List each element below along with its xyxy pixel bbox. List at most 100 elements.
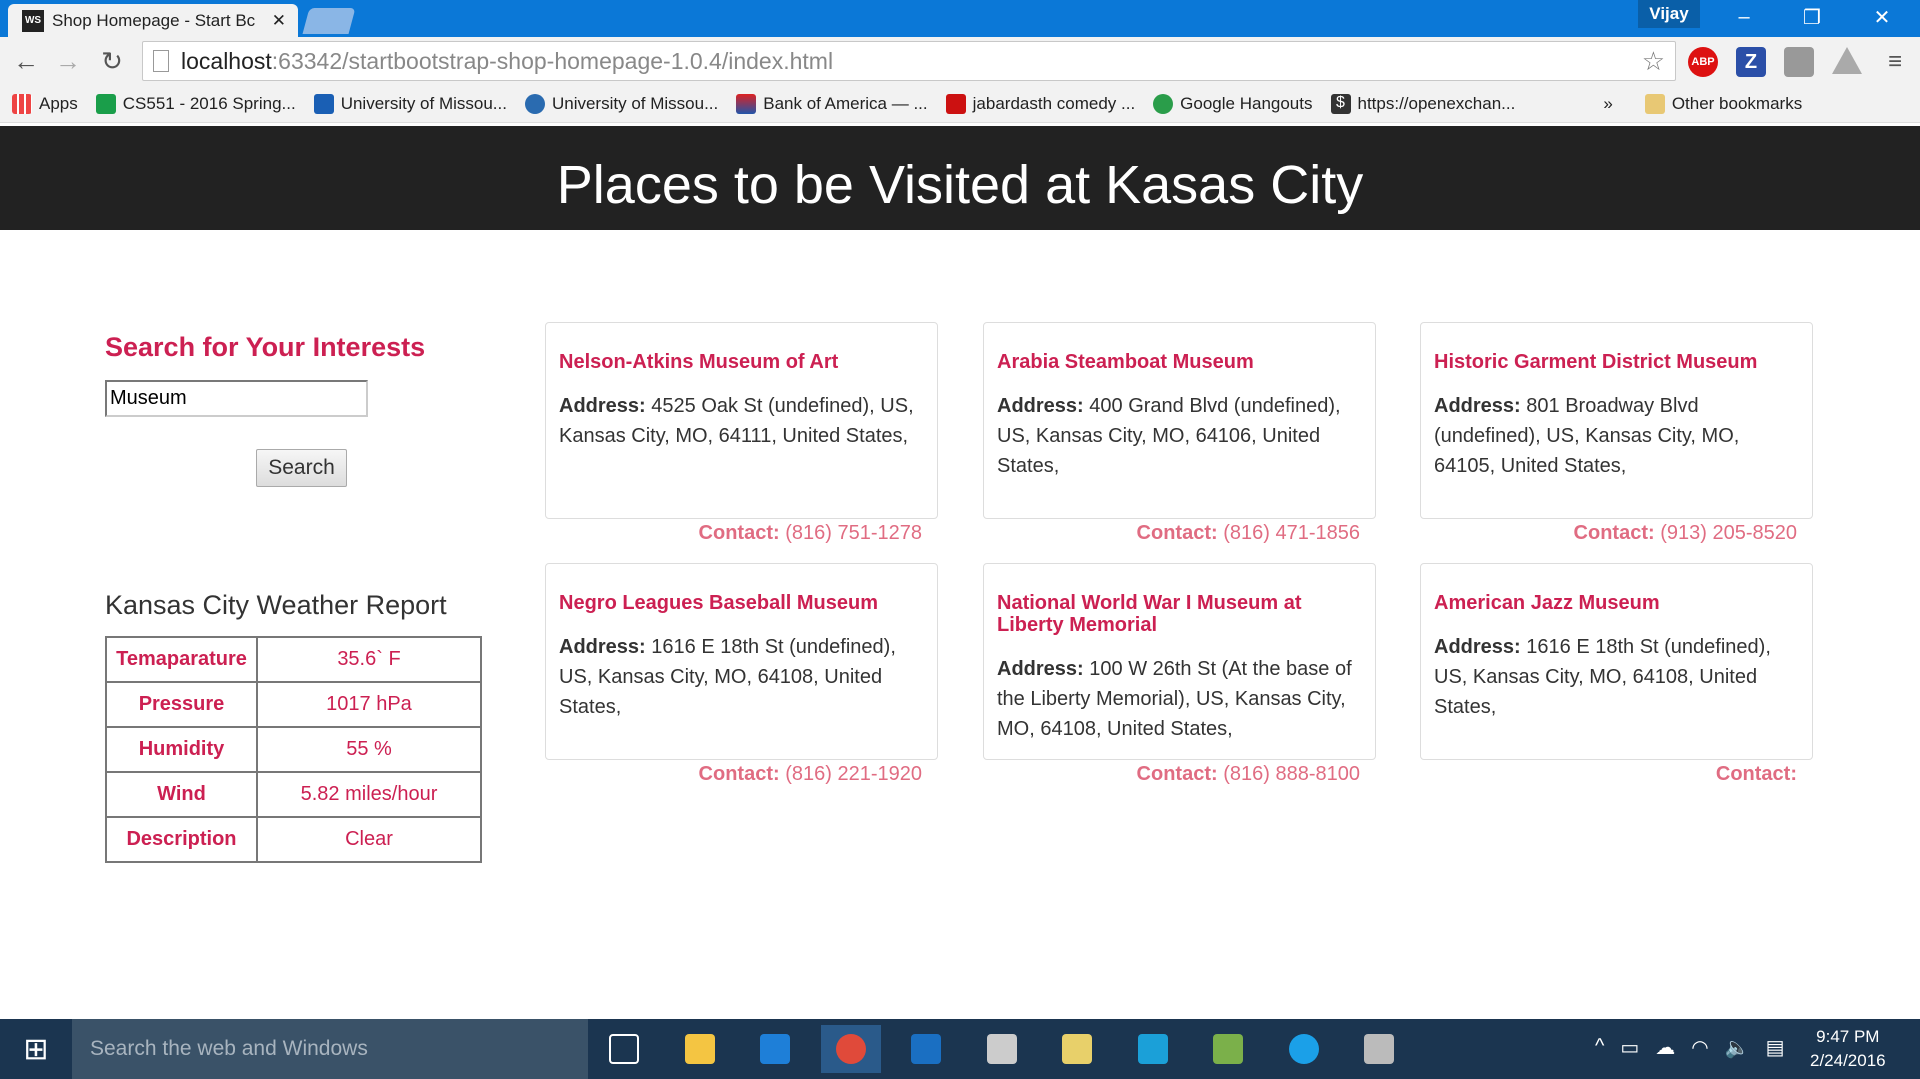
page-header: Places to be Visited at Kasas City bbox=[0, 126, 1920, 230]
adblock-icon[interactable]: ABP bbox=[1688, 47, 1718, 77]
hangouts-icon bbox=[1153, 94, 1174, 114]
battery-icon[interactable]: ▭ bbox=[1620, 1035, 1639, 1060]
skype-icon[interactable] bbox=[1274, 1025, 1334, 1073]
volume-icon[interactable]: 🔈 bbox=[1725, 1035, 1750, 1060]
more-bookmarks-chevron[interactable]: » bbox=[1603, 94, 1612, 114]
bookmark-umkc-2[interactable]: University of Missou... bbox=[524, 94, 718, 114]
bookmark-label: University of Missou... bbox=[340, 94, 507, 113]
clock-date: 2/24/2016 bbox=[1810, 1051, 1886, 1070]
new-tab-button[interactable] bbox=[302, 8, 356, 34]
task-view-icon[interactable] bbox=[594, 1025, 654, 1073]
bank-icon bbox=[736, 94, 757, 114]
windows-start-icon[interactable]: ⊞ bbox=[0, 1019, 72, 1079]
drive-icon[interactable] bbox=[1832, 47, 1862, 74]
bookmark-umkc-1[interactable]: University of Missou... bbox=[313, 94, 507, 114]
back-icon[interactable]: ← bbox=[10, 45, 42, 77]
chrome-icon[interactable] bbox=[820, 1025, 881, 1073]
contact-phone[interactable]: (816) 221-1920 bbox=[785, 763, 922, 785]
bookmark-cs551[interactable]: CS551 - 2016 Spring... bbox=[95, 94, 296, 114]
zotero-icon[interactable]: Z bbox=[1736, 47, 1766, 77]
forward-icon[interactable]: → bbox=[52, 45, 84, 77]
youtube-icon bbox=[945, 94, 966, 114]
weather-key: Wind bbox=[105, 771, 258, 818]
place-contact: Contact: (816) 471-1856 bbox=[983, 522, 1376, 545]
weather-value: Clear bbox=[256, 816, 482, 863]
bookmark-youtube[interactable]: jabardasth comedy ... bbox=[945, 94, 1135, 114]
place-contact: Contact: bbox=[1420, 763, 1813, 786]
bookmark-openexchange[interactable]: $ https://openexchan... bbox=[1330, 94, 1515, 114]
profile-button[interactable]: Vijay bbox=[1638, 0, 1700, 28]
contact-label: Contact: bbox=[698, 522, 780, 544]
sticky-notes-glyph bbox=[1062, 1034, 1092, 1064]
place-address: Address: 1616 E 18th St (undefined), US,… bbox=[559, 632, 924, 722]
skype-glyph bbox=[1288, 1034, 1319, 1064]
show-hidden-icon[interactable]: ^ bbox=[1595, 1035, 1604, 1060]
outlook-glyph bbox=[911, 1034, 941, 1064]
clock-time: 9:47 PM bbox=[1816, 1027, 1880, 1046]
tab-title: Shop Homepage - Start Bc bbox=[52, 10, 256, 30]
taskbar-search[interactable]: Search the web and Windows bbox=[72, 1019, 588, 1079]
place-name: Historic Garment District Museum bbox=[1434, 351, 1758, 373]
address-label: Address: bbox=[1434, 636, 1521, 658]
browser-toolbar: ← → ↻ localhost:63342/startbootstrap-sho… bbox=[0, 37, 1920, 86]
chrome-glyph bbox=[835, 1034, 866, 1064]
place-address: Address: 801 Broadway Blvd (undefined), … bbox=[1434, 391, 1799, 481]
place-address: Address: 100 W 26th St (At the base of t… bbox=[997, 654, 1362, 744]
place-name: Arabia Steamboat Museum bbox=[997, 351, 1254, 373]
sticky-notes-icon[interactable] bbox=[1047, 1025, 1107, 1073]
place-name: National World War I Museum at Liberty M… bbox=[997, 592, 1302, 636]
bookmark-bofa[interactable]: Bank of America — ... bbox=[736, 94, 928, 114]
search-button[interactable]: Search bbox=[256, 449, 347, 487]
search-input[interactable] bbox=[105, 380, 368, 417]
address-bar[interactable]: localhost:63342/startbootstrap-shop-home… bbox=[142, 41, 1676, 81]
bookmark-apps[interactable]: Apps bbox=[12, 94, 78, 114]
bookmark-label: Other bookmarks bbox=[1671, 94, 1803, 113]
place-name: American Jazz Museum bbox=[1434, 592, 1660, 614]
file-explorer-icon[interactable] bbox=[670, 1025, 730, 1073]
close-window-icon[interactable]: ✕ bbox=[1852, 0, 1912, 34]
contact-phone[interactable]: (816) 751-1278 bbox=[785, 522, 922, 544]
notifications-icon[interactable]: ▤ bbox=[1766, 1035, 1785, 1060]
browser-tab[interactable]: WS Shop Homepage - Start Bc ✕ bbox=[8, 4, 298, 37]
bookmark-star-icon[interactable]: ☆ bbox=[1642, 46, 1665, 77]
address-label: Address: bbox=[997, 658, 1084, 680]
minimize-icon[interactable]: – bbox=[1714, 0, 1774, 34]
place-card: Nelson-Atkins Museum of Art Address: 452… bbox=[545, 322, 938, 519]
edge-icon[interactable] bbox=[745, 1025, 805, 1073]
contact-phone[interactable]: (816) 471-1856 bbox=[1223, 522, 1360, 544]
bookmark-hangouts[interactable]: Google Hangouts bbox=[1153, 94, 1313, 114]
place-card: Arabia Steamboat Museum Address: 400 Gra… bbox=[983, 322, 1376, 519]
place-address: Address: 1616 E 18th St (undefined), US,… bbox=[1434, 632, 1799, 722]
university-icon bbox=[313, 94, 334, 114]
sheets-icon bbox=[95, 94, 116, 114]
performance-monitor-glyph bbox=[1364, 1034, 1394, 1064]
contact-phone[interactable]: (816) 888-8100 bbox=[1223, 763, 1360, 785]
place-contact: Contact: (913) 205-8520 bbox=[1420, 522, 1813, 545]
notepad-icon[interactable] bbox=[1198, 1025, 1258, 1073]
close-tab-icon[interactable]: ✕ bbox=[272, 11, 286, 31]
outlook-icon[interactable] bbox=[896, 1025, 956, 1073]
reload-icon[interactable]: ↻ bbox=[96, 45, 128, 77]
university-icon bbox=[524, 94, 545, 114]
bookmarks-bar: Apps CS551 - 2016 Spring... University o… bbox=[0, 86, 1920, 123]
snipping-tool-icon[interactable] bbox=[972, 1025, 1032, 1073]
webstorm-icon[interactable] bbox=[1123, 1025, 1183, 1073]
search-heading: Search for Your Interests bbox=[105, 332, 426, 362]
place-contact: Contact: (816) 221-1920 bbox=[545, 763, 938, 786]
restore-icon[interactable]: ❐ bbox=[1782, 0, 1842, 34]
menu-icon[interactable]: ≡ bbox=[1880, 47, 1910, 77]
address-label: Address: bbox=[1434, 395, 1521, 417]
clock[interactable]: 9:47 PM 2/24/2016 bbox=[1810, 1025, 1886, 1073]
weather-row: Temaparature 35.6` F bbox=[105, 636, 482, 683]
weather-row: Description Clear bbox=[105, 816, 482, 863]
address-label: Address: bbox=[559, 636, 646, 658]
browser-title-bar: WS Shop Homepage - Start Bc ✕ Vijay – ❐ … bbox=[0, 0, 1920, 37]
contact-phone[interactable]: (913) 205-8520 bbox=[1660, 522, 1797, 544]
extension-icon[interactable] bbox=[1784, 47, 1814, 77]
performance-monitor-icon[interactable] bbox=[1349, 1025, 1409, 1073]
contact-label: Contact: bbox=[698, 763, 780, 785]
other-bookmarks[interactable]: Other bookmarks bbox=[1644, 94, 1803, 114]
wifi-icon[interactable]: ◠ bbox=[1691, 1035, 1708, 1060]
weather-heading: Kansas City Weather Report bbox=[105, 590, 447, 620]
onedrive-icon[interactable]: ☁ bbox=[1655, 1035, 1675, 1060]
